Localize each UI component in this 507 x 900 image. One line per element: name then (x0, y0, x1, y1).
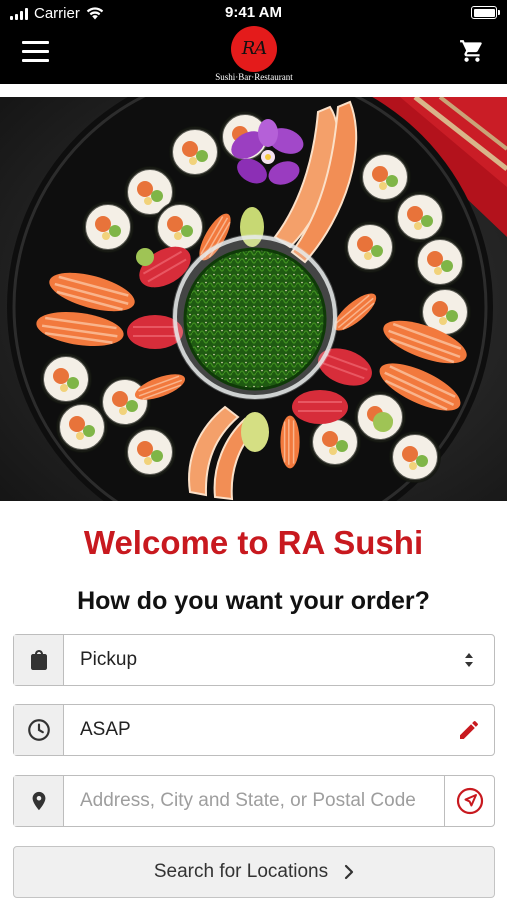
app-header: RA Sushi·Bar·Restaurant (0, 26, 507, 84)
hero-image (0, 97, 507, 501)
battery-icon (471, 6, 500, 19)
location-pin-icon (14, 776, 64, 826)
order-time-value: ASAP (80, 719, 131, 740)
search-locations-button[interactable]: Search for Locations (13, 846, 495, 898)
order-type-select[interactable]: Pickup (13, 634, 495, 686)
logo-tagline: Sushi·Bar·Restaurant (215, 72, 293, 82)
clock-icon (14, 705, 64, 755)
shopping-bag-icon (14, 635, 64, 685)
select-arrows-icon (444, 635, 494, 685)
search-locations-label: Search for Locations (153, 861, 329, 882)
logo-mark: RA (231, 26, 277, 72)
order-question: How do you want your order? (77, 587, 430, 615)
cart-icon[interactable] (459, 38, 485, 64)
status-time: 9:41 AM (225, 4, 282, 21)
chevron-right-icon (345, 864, 354, 880)
brand-logo[interactable]: RA Sushi·Bar·Restaurant (201, 26, 307, 82)
sushi-platter-photo (0, 97, 507, 501)
address-field[interactable] (13, 775, 495, 827)
status-bar: Carrier 9:41 AM (0, 0, 507, 26)
menu-icon[interactable] (22, 41, 49, 63)
order-type-value: Pickup (80, 649, 138, 670)
pencil-icon[interactable] (444, 705, 494, 755)
navigation-arrow-icon[interactable] (444, 776, 494, 826)
address-input[interactable] (66, 777, 442, 825)
welcome-heading: Welcome to RA Sushi (83, 524, 424, 561)
order-time-field[interactable]: ASAP (13, 704, 495, 756)
